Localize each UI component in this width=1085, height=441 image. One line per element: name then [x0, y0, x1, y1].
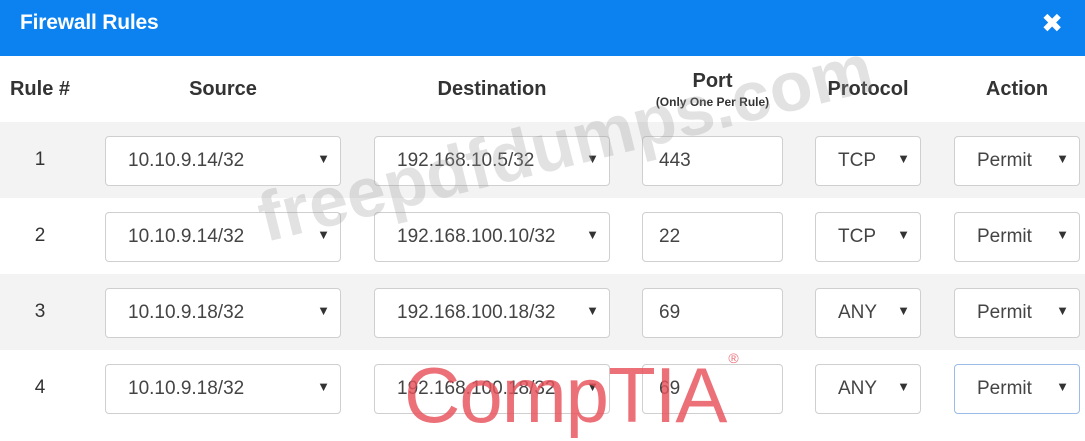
- caret-down-icon: ▼: [317, 303, 330, 318]
- destination-select[interactable]: 192.168.100.18/32 ▼: [374, 364, 610, 414]
- caret-down-icon: ▼: [317, 379, 330, 394]
- caret-down-icon: ▼: [586, 303, 599, 318]
- caret-down-icon: ▼: [1056, 379, 1069, 394]
- col-protocol-header: Protocol: [827, 77, 909, 100]
- action-select[interactable]: Permit ▼: [954, 288, 1080, 338]
- source-select[interactable]: 10.10.9.18/32 ▼: [105, 288, 341, 338]
- close-icon[interactable]: ✖: [1041, 8, 1063, 38]
- destination-select[interactable]: 192.168.100.18/32 ▼: [374, 288, 610, 338]
- caret-down-icon: ▼: [1056, 303, 1069, 318]
- source-select[interactable]: 10.10.9.14/32 ▼: [105, 212, 341, 262]
- col-rule-header: Rule #: [9, 77, 71, 100]
- action-select[interactable]: Permit ▼: [954, 136, 1080, 186]
- port-input[interactable]: 69: [642, 288, 783, 338]
- col-action-header: Action: [985, 77, 1049, 100]
- caret-down-icon: ▼: [1056, 227, 1069, 242]
- dialog-titlebar: Firewall Rules ✖: [0, 0, 1085, 56]
- port-input[interactable]: 443: [642, 136, 783, 186]
- caret-down-icon: ▼: [897, 303, 910, 318]
- table-header: Rule # Source Destination Port (Only One…: [0, 56, 1085, 122]
- caret-down-icon: ▼: [897, 379, 910, 394]
- protocol-select[interactable]: ANY ▼: [815, 364, 921, 414]
- destination-select[interactable]: 192.168.10.5/32 ▼: [374, 136, 610, 186]
- port-input[interactable]: 69: [642, 364, 783, 414]
- rule-number: 3: [34, 301, 46, 322]
- col-port-header: Port (Only One Per Rule): [655, 69, 770, 109]
- port-input[interactable]: 22: [642, 212, 783, 262]
- caret-down-icon: ▼: [586, 227, 599, 242]
- rule-row-4: 4 10.10.9.18/32 ▼ 192.168.100.18/32 ▼ 69 A…: [0, 350, 1085, 426]
- rule-row-2: 2 10.10.9.14/32 ▼ 192.168.100.10/32 ▼ 22 T…: [0, 198, 1085, 274]
- col-source-header: Source: [189, 77, 257, 100]
- rule-row-1: 1 10.10.9.14/32 ▼ 192.168.10.5/32 ▼ 443 TC…: [0, 122, 1085, 198]
- rule-number: 2: [34, 225, 46, 246]
- action-select[interactable]: Permit ▼: [954, 212, 1080, 262]
- source-select[interactable]: 10.10.9.18/32 ▼: [105, 364, 341, 414]
- caret-down-icon: ▼: [317, 151, 330, 166]
- source-select[interactable]: 10.10.9.14/32 ▼: [105, 136, 341, 186]
- protocol-select[interactable]: ANY ▼: [815, 288, 921, 338]
- protocol-select[interactable]: TCP ▼: [815, 212, 921, 262]
- rule-number: 1: [34, 149, 46, 170]
- caret-down-icon: ▼: [1056, 151, 1069, 166]
- rule-row-3: 3 10.10.9.18/32 ▼ 192.168.100.18/32 ▼ 69 A…: [0, 274, 1085, 350]
- caret-down-icon: ▼: [897, 227, 910, 242]
- rule-number: 4: [34, 377, 46, 398]
- caret-down-icon: ▼: [586, 151, 599, 166]
- action-select[interactable]: Permit ▼: [954, 364, 1080, 414]
- port-subtitle: (Only One Per Rule): [655, 94, 770, 109]
- dialog-title: Firewall Rules: [20, 11, 159, 34]
- caret-down-icon: ▼: [586, 379, 599, 394]
- caret-down-icon: ▼: [317, 227, 330, 242]
- col-destination-header: Destination: [437, 77, 547, 100]
- destination-select[interactable]: 192.168.100.10/32 ▼: [374, 212, 610, 262]
- caret-down-icon: ▼: [897, 151, 910, 166]
- protocol-select[interactable]: TCP ▼: [815, 136, 921, 186]
